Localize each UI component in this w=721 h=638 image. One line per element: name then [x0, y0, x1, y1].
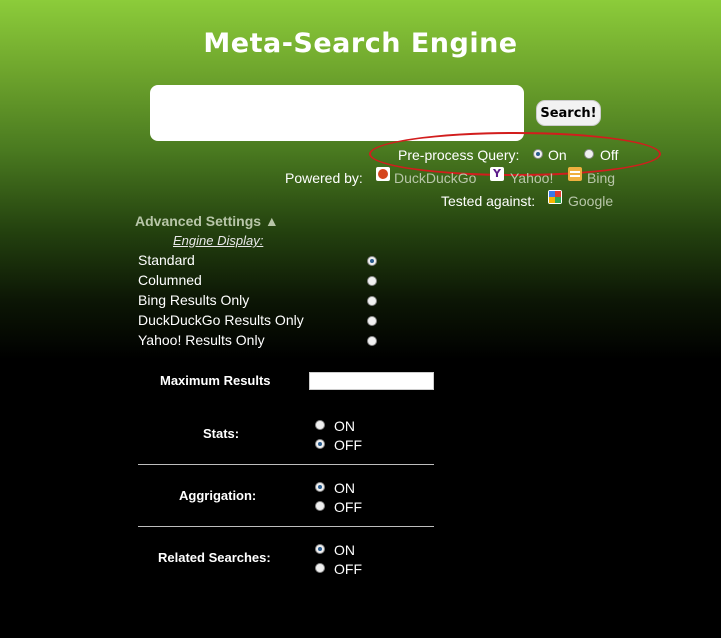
related-off-label: OFF	[334, 561, 362, 577]
page-title: Meta-Search Engine	[203, 28, 518, 59]
stats-on-label: ON	[334, 418, 355, 434]
engine-option-duckduckgo-radio[interactable]	[367, 316, 377, 326]
engine-option-columned-radio[interactable]	[367, 276, 377, 286]
related-searches-label: Related Searches:	[158, 550, 271, 565]
max-results-label: Maximum Results	[160, 373, 271, 388]
duckduckgo-label: DuckDuckGo	[394, 170, 477, 186]
stats-off-radio[interactable]	[315, 439, 325, 449]
preprocess-label: Pre-process Query:	[398, 147, 520, 163]
aggregation-label: Aggrigation:	[179, 488, 257, 503]
aggregation-on-radio[interactable]	[315, 482, 325, 492]
yahoo-label: Yahoo!	[510, 170, 554, 186]
tested-against-label: Tested against:	[441, 193, 536, 209]
stats-label: Stats:	[203, 426, 240, 441]
engine-option-yahoo: Yahoo! Results Only	[138, 332, 265, 348]
engine-option-yahoo-radio[interactable]	[367, 336, 377, 346]
preprocess-on-radio[interactable]	[533, 149, 543, 159]
engine-option-bing-radio[interactable]	[367, 296, 377, 306]
duckduckgo-icon	[376, 167, 390, 181]
stats-on-radio[interactable]	[315, 420, 325, 430]
engine-option-bing: Bing Results Only	[138, 292, 250, 308]
engine-option-columned: Columned	[138, 272, 202, 288]
divider	[138, 464, 434, 465]
advanced-settings-toggle[interactable]: Advanced Settings ▲	[135, 213, 279, 229]
related-on-radio[interactable]	[315, 544, 325, 554]
aggregation-off-radio[interactable]	[315, 501, 325, 511]
preprocess-off-label: Off	[600, 147, 619, 163]
search-button[interactable]: Search!	[536, 100, 601, 126]
max-results-input[interactable]	[309, 372, 434, 390]
aggregation-off-label: OFF	[334, 499, 362, 515]
engine-option-standard-radio[interactable]	[367, 256, 377, 266]
related-off-radio[interactable]	[315, 563, 325, 573]
aggregation-on-label: ON	[334, 480, 355, 496]
google-icon	[548, 190, 562, 204]
google-label: Google	[568, 193, 614, 209]
engine-option-standard: Standard	[138, 252, 195, 268]
engine-display-label: Engine Display:	[173, 233, 264, 248]
bing-icon	[568, 167, 582, 181]
related-on-label: ON	[334, 542, 355, 558]
bing-label: Bing	[587, 170, 616, 186]
divider	[138, 526, 434, 527]
engine-option-duckduckgo: DuckDuckGo Results Only	[138, 312, 304, 328]
stats-off-label: OFF	[334, 437, 362, 453]
preprocess-on-label: On	[548, 147, 567, 163]
yahoo-icon: Y	[490, 167, 504, 181]
preprocess-off-radio[interactable]	[584, 149, 594, 159]
powered-by-label: Powered by:	[285, 170, 363, 186]
